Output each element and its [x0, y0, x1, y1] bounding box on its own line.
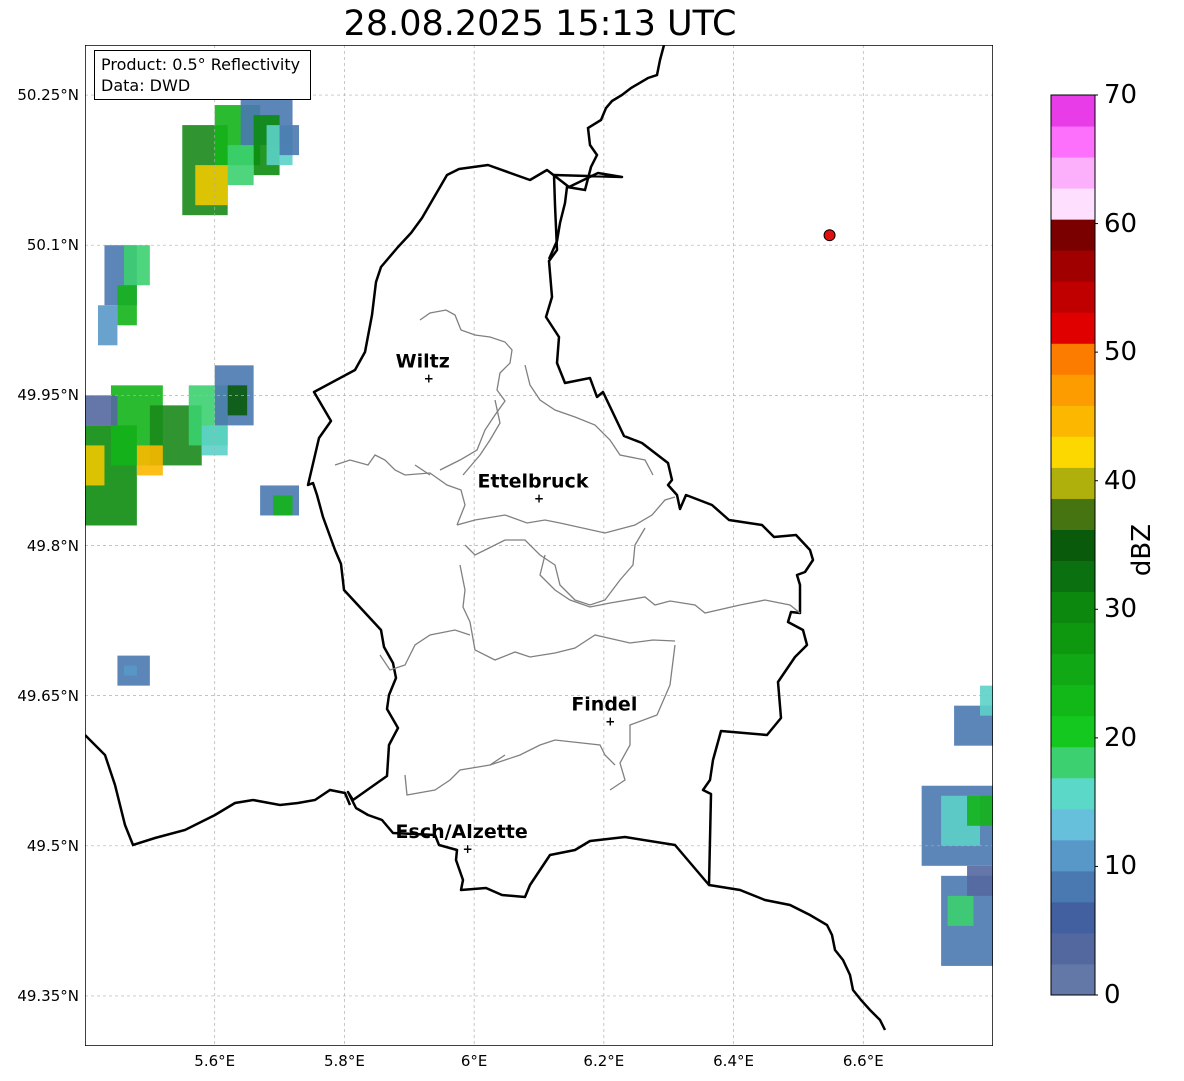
lon-tick-label: 5.6°E	[194, 1052, 236, 1070]
germany-border-north	[547, 45, 666, 260]
colorbar-tick-label: 30	[1104, 594, 1138, 625]
lat-tick-label: 49.65°N	[17, 686, 79, 705]
map-title: 28.08.2025 15:13 UTC	[343, 4, 737, 44]
colorbar-label: dBZ	[1127, 523, 1157, 577]
colorbar-swatch	[1051, 126, 1095, 158]
lat-tick-label: 49.95°N	[17, 386, 79, 405]
colorbar-tick-label: 70	[1104, 80, 1138, 110]
lat-tick-label: 49.35°N	[17, 986, 79, 1005]
radar-echo-layer	[85, 85, 993, 966]
colorbar-swatch	[1051, 405, 1095, 437]
colorbar-swatch	[1051, 281, 1095, 313]
radar-echo-cell	[123, 245, 150, 286]
city-label: Wiltz	[396, 350, 450, 372]
colorbar-swatch	[1051, 870, 1095, 903]
city-label: Esch/Alzette	[396, 821, 528, 843]
city-marker-icon: +	[424, 371, 434, 385]
radar-echo-cell	[273, 495, 293, 516]
colorbar-swatch	[1051, 250, 1095, 282]
city-marker-icon: +	[463, 842, 473, 856]
city-marker-icon: +	[605, 715, 615, 729]
germany-border-south	[708, 883, 887, 1031]
colorbar-swatch	[1051, 312, 1095, 344]
radar-echo-cell	[980, 685, 993, 716]
radar-site-marker	[823, 229, 836, 242]
colorbar-swatch	[1051, 560, 1095, 593]
radar-echo-cell	[279, 125, 300, 156]
colorbar-swatch	[1051, 684, 1095, 717]
colorbar-swatch	[1051, 498, 1095, 530]
colorbar-swatch	[1051, 157, 1095, 189]
colorbar-tick-label: 0	[1104, 980, 1121, 1010]
radar-echo-cell	[967, 865, 993, 896]
city-marker-icon: +	[534, 491, 544, 505]
colorbar-swatch	[1051, 653, 1095, 686]
colorbar-swatch	[1051, 343, 1095, 375]
radar-echo-cell	[227, 385, 248, 416]
colorbar-swatch	[1051, 374, 1095, 406]
radar-echo-cell	[85, 395, 118, 426]
colorbar-tick-label: 10	[1104, 851, 1138, 882]
colorbar-swatch	[1051, 901, 1095, 934]
lon-tick-label: 6.2°E	[583, 1052, 625, 1070]
colorbar-swatch	[1051, 715, 1095, 748]
colorbar-swatch	[1051, 95, 1095, 127]
lon-tick-label: 6.6°E	[842, 1052, 884, 1070]
lat-tick-label: 49.5°N	[26, 836, 79, 855]
colorbar-swatch	[1051, 808, 1095, 841]
lat-tick-label: 49.8°N	[26, 536, 79, 555]
radar-map[interactable]: +Wiltz+Ettelbruck+Findel+Esch/Alzette	[85, 45, 993, 1046]
colorbar-swatch	[1051, 622, 1095, 655]
radar-echo-cell	[195, 165, 228, 206]
radar-echo-cell	[947, 895, 974, 926]
belgium-france-border	[85, 734, 352, 847]
colorbar-swatch	[1051, 963, 1095, 996]
city-label: Findel	[571, 694, 637, 716]
city-label: Ettelbruck	[478, 470, 589, 492]
luxembourg-border	[306, 163, 815, 899]
colorbar-tick-label: 60	[1104, 208, 1138, 239]
colorbar-tick-label: 20	[1104, 722, 1138, 753]
colorbar-tick-label: 40	[1104, 465, 1138, 496]
colorbar-swatch	[1051, 932, 1095, 965]
radar-echo-cell	[227, 145, 254, 186]
radar-echo-cell	[123, 665, 137, 676]
info-box: Product: 0.5° Reflectivity Data: DWD	[94, 50, 311, 100]
radar-echo-cell	[136, 445, 163, 476]
colorbar-swatch	[1051, 746, 1095, 779]
colorbar-swatch	[1051, 529, 1095, 562]
lat-tick-label: 50.25°N	[17, 86, 79, 105]
city-layer: +Wiltz+Ettelbruck+Findel+Esch/Alzette	[396, 229, 836, 856]
colorbar-swatch	[1051, 839, 1095, 872]
colorbar-swatch	[1051, 188, 1095, 220]
radar-echo-cell	[85, 445, 105, 486]
colorbar-tick-label: 50	[1104, 337, 1138, 368]
colorbar	[1050, 94, 1098, 996]
lat-tick-label: 50.1°N	[26, 236, 79, 255]
radar-echo-cell	[967, 795, 993, 826]
lon-tick-label: 5.8°E	[324, 1052, 365, 1070]
colorbar-swatch	[1051, 467, 1095, 499]
lon-tick-label: 6°E	[460, 1052, 488, 1070]
info-data-source: Data: DWD	[101, 76, 191, 95]
colorbar-swatch	[1051, 777, 1095, 810]
radar-echo-cell	[117, 285, 137, 326]
colorbar-swatch	[1051, 436, 1095, 468]
info-product: Product: 0.5° Reflectivity	[101, 55, 301, 74]
lon-tick-label: 6.4°E	[713, 1052, 754, 1070]
colorbar-swatch	[1051, 591, 1095, 624]
radar-echo-cell	[97, 305, 118, 346]
colorbar-swatch	[1051, 219, 1095, 251]
